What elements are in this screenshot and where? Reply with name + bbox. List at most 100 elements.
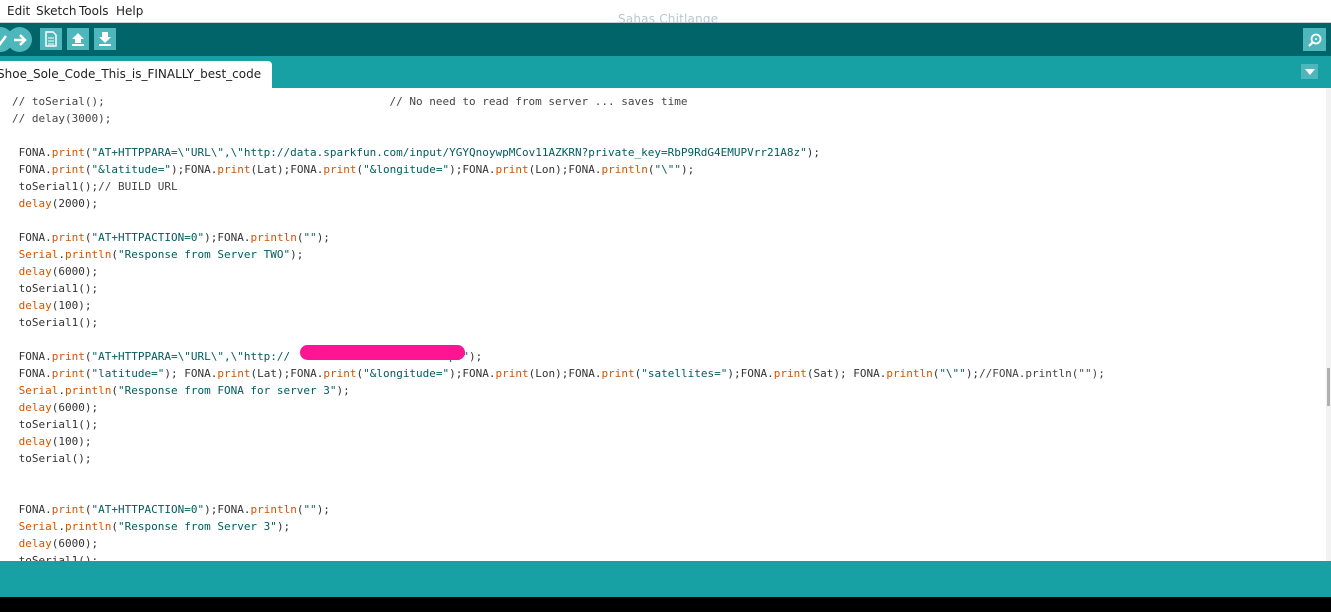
code-token: toSerial1();: [12, 282, 99, 295]
code-editor[interactable]: // toSerial(); // No need to read from s…: [0, 88, 1326, 561]
tab-label: Shoe_Sole_Code_This_is_FINALLY_best_code: [0, 67, 262, 81]
code-line: toSerial1();: [12, 314, 1105, 331]
tab-sketch[interactable]: Shoe_Sole_Code_This_is_FINALLY_best_code: [0, 61, 272, 88]
redaction-mark: [300, 345, 465, 360]
code-token: );: [681, 163, 695, 176]
code-line: delay(6000);: [12, 399, 1105, 416]
magnifier-icon: [1307, 33, 1321, 47]
code-token: toSerial1();: [12, 180, 99, 193]
code-token: (Lat);FONA.: [250, 163, 324, 176]
code-token: "": [303, 503, 317, 516]
code-token: FONA.: [12, 367, 52, 380]
code-token: // toSerial(); // No need to read from s…: [12, 95, 688, 108]
code-token: delay: [18, 299, 52, 312]
code-token: print: [51, 163, 85, 176]
chevron-down-icon: [1304, 68, 1315, 75]
code-line: delay(6000);: [12, 263, 1105, 280]
code-token: println: [65, 384, 112, 397]
code-token: print: [51, 350, 85, 363]
code-token: print: [51, 231, 85, 244]
code-token: toSerial1();: [12, 554, 99, 561]
code-token: println: [886, 367, 933, 380]
code-line: toSerial1();// BUILD URL: [12, 178, 1105, 195]
code-token: );FONA.: [449, 367, 496, 380]
code-token: "Response from FONA for server 3": [117, 384, 337, 397]
code-token: println: [250, 503, 297, 516]
code-token: );: [806, 146, 820, 159]
code-token: delay: [18, 265, 52, 278]
code-token: print: [51, 146, 85, 159]
code-line: Serial.println("Response from Server TWO…: [12, 246, 1105, 263]
code-token: (Lon);FONA.: [528, 163, 602, 176]
code-token: (Lat);FONA.: [250, 367, 324, 380]
code-line: toSerial1();: [12, 552, 1105, 561]
code-token: (: [111, 248, 118, 261]
code-token: Serial: [18, 384, 59, 397]
new-button[interactable]: [40, 28, 62, 50]
code-token: "Response from Server 3": [117, 520, 277, 533]
menu-sketch[interactable]: Sketch: [36, 4, 76, 18]
code-token: "AT+HTTPPARA=\"URL\",\"http://data.spark…: [91, 146, 807, 159]
menu-tools[interactable]: Tools: [79, 4, 109, 18]
code-line: delay(6000);: [12, 535, 1105, 552]
code-token: (: [111, 384, 118, 397]
open-button[interactable]: [67, 28, 89, 50]
code-token: (: [84, 146, 92, 159]
code-token: (6000);: [51, 537, 99, 550]
code-token: toSerial1();: [12, 418, 99, 431]
tab-bar: Shoe_Sole_Code_This_is_FINALLY_best_code: [0, 56, 1331, 88]
code-token: (: [84, 503, 92, 516]
code-token: Serial: [18, 520, 59, 533]
code-token: (: [84, 163, 92, 176]
code-token: println: [601, 163, 648, 176]
code-line: toSerial1();: [12, 416, 1105, 433]
code-token: );FONA.: [170, 163, 218, 176]
code-token: FONA.: [12, 350, 52, 363]
code-token: ); FONA.: [164, 367, 218, 380]
code-token: (Lon);FONA.: [528, 367, 602, 380]
editor-scrollbar[interactable]: [1326, 88, 1331, 561]
code-token: (: [84, 350, 92, 363]
code-token: delay: [18, 197, 52, 210]
menu-edit[interactable]: Edit: [7, 4, 30, 18]
code-line: // toSerial(); // No need to read from s…: [12, 93, 1105, 110]
code-token: );: [276, 520, 291, 533]
code-token: delay: [18, 401, 52, 414]
code-token: "Response from Server TWO": [117, 248, 291, 261]
tab-menu-button[interactable]: [1301, 64, 1318, 79]
code-token: print: [217, 367, 251, 380]
code-token: print: [51, 367, 85, 380]
upload-button[interactable]: [7, 27, 32, 52]
code-token: );: [290, 248, 304, 261]
code-token: );: [336, 384, 350, 397]
code-line: FONA.print("AT+HTTPACTION=0");FONA.print…: [12, 501, 1105, 518]
code-line: delay(100);: [12, 433, 1105, 450]
menu-help[interactable]: Help: [116, 4, 143, 18]
code-token: FONA.: [12, 163, 52, 176]
status-bar: [0, 561, 1331, 597]
code-token: "AT+HTTPACTION=0": [91, 231, 205, 244]
code-token: Serial: [18, 248, 59, 261]
code-token: (: [111, 520, 118, 533]
code-token: "\"": [654, 163, 682, 176]
code-token: delay: [18, 435, 52, 448]
code-token: .: [58, 248, 65, 261]
save-button[interactable]: [94, 28, 116, 50]
scroll-thumb[interactable]: [1327, 368, 1330, 406]
code-token: );FONA.: [727, 367, 774, 380]
code-line: FONA.print("latitude="); FONA.print(Lat)…: [12, 365, 1105, 382]
code-token: print: [773, 367, 807, 380]
code-token: );: [469, 350, 483, 363]
serial-monitor-button[interactable]: [1303, 28, 1326, 51]
code-token: print: [495, 163, 529, 176]
